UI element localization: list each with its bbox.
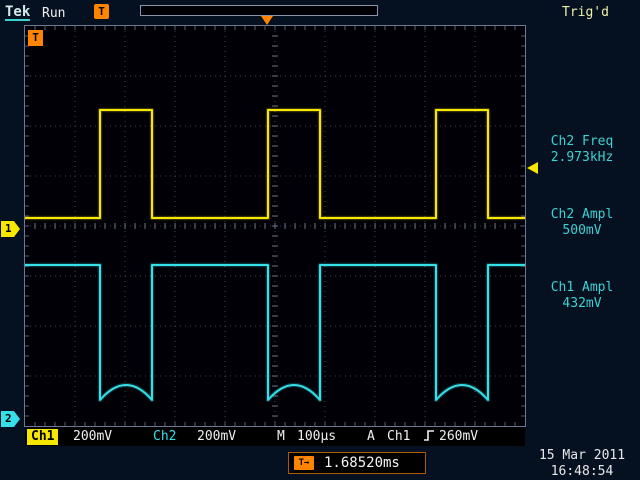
oscilloscope-screen: Tek Run T Trig'd T 1 2 Ch2 Freq 2.973kHz… <box>0 0 640 480</box>
channel2-ground-marker: 2 <box>1 411 20 427</box>
rising-edge-icon <box>423 429 435 447</box>
trigger-mode-label: A <box>367 429 375 445</box>
measurement-label: Ch2 Ampl <box>526 207 638 223</box>
datetime: 15 Mar 2011 16:48:54 <box>526 448 638 480</box>
trigger-position-readout: T→ 1.68520ms <box>288 452 426 474</box>
trigger-t-icon: T <box>94 4 109 19</box>
ch1-label-badge: Ch1 <box>27 429 58 445</box>
timebase-value: 100µs <box>297 429 336 445</box>
measurement-ch2-freq: Ch2 Freq 2.973kHz <box>526 134 638 166</box>
channel1-ground-marker: 1 <box>1 221 20 237</box>
ch1-volts-per-div: 200mV <box>73 429 112 445</box>
trigger-marker: T <box>28 30 43 46</box>
tek-logo: Tek <box>5 5 30 21</box>
record-view-bar <box>140 5 378 16</box>
timebase-label: M <box>277 429 285 445</box>
measurement-value: 500mV <box>526 223 638 239</box>
measurement-ch1-ampl: Ch1 Ampl 432mV <box>526 280 638 312</box>
trigger-level-value: 260mV <box>439 429 478 445</box>
measurement-value: 2.973kHz <box>526 150 638 166</box>
measurement-ch2-ampl: Ch2 Ampl 500mV <box>526 207 638 239</box>
trigger-position-value: 1.68520ms <box>324 455 400 471</box>
ch2-trace <box>25 265 525 400</box>
trigger-source: Ch1 <box>387 429 410 445</box>
waveform-display <box>25 26 525 426</box>
ch2-label: Ch2 <box>153 429 176 445</box>
time-text: 16:48:54 <box>526 464 638 480</box>
channel-readout-bar: Ch1 200mV Ch2 200mV M 100µs A Ch1 260mV <box>25 427 525 446</box>
measurement-label: Ch2 Freq <box>526 134 638 150</box>
ch2-volts-per-div: 200mV <box>197 429 236 445</box>
trigger-time-icon: T→ <box>294 456 314 470</box>
graticule <box>24 25 526 427</box>
trigger-position-marker-icon <box>261 16 273 25</box>
date-text: 15 Mar 2011 <box>526 448 638 464</box>
measurement-value: 432mV <box>526 296 638 312</box>
acquisition-status: Run <box>42 6 65 21</box>
measurement-label: Ch1 Ampl <box>526 280 638 296</box>
trigger-status: Trig'd <box>562 5 609 20</box>
